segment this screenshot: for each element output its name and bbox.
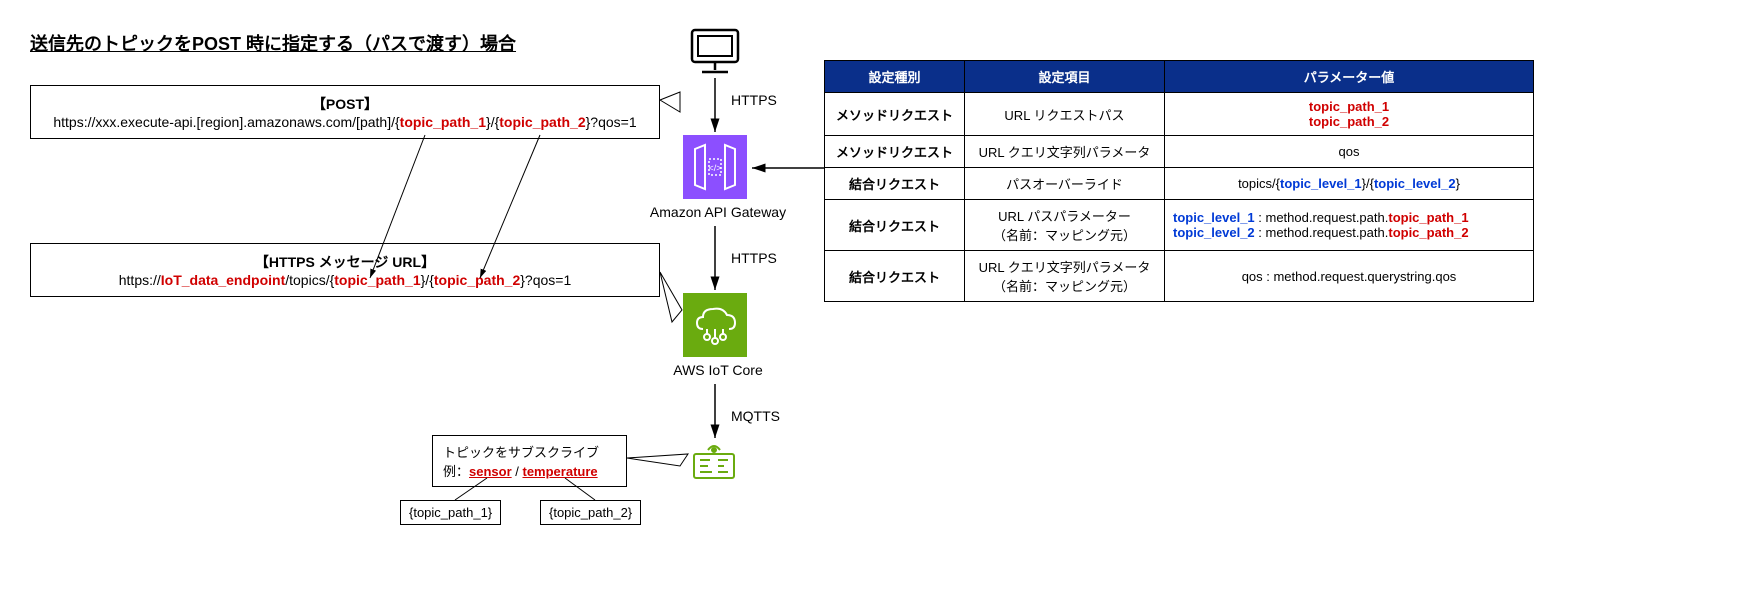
post-header: 【POST】 (43, 94, 647, 114)
topic-path-2-tag: {topic_path_2} (540, 500, 641, 525)
subscribe-line2: 例：sensor / temperature (443, 461, 616, 480)
cell-type: 結合リクエスト (825, 251, 965, 302)
cell-type: メソッドリクエスト (825, 136, 965, 168)
cell-type: 結合リクエスト (825, 168, 965, 200)
table-header-row: 設定種別 設定項目 パラメーター値 (825, 61, 1534, 93)
cell-item: URL クエリ文字列パラメータ (965, 136, 1165, 168)
subscribe-line1: トピックをサブスクライブ (443, 442, 616, 461)
iotcore-label: AWS IoT Core (660, 362, 776, 378)
subscribe-box: トピックをサブスクライブ 例：sensor / temperature (432, 435, 627, 487)
https-msg-url-line: https://IoT_data_endpoint/topics/{topic_… (43, 272, 647, 288)
https-msg-header: 【HTTPS メッセージ URL】 (43, 252, 647, 272)
th-item: 設定項目 (965, 61, 1165, 93)
table-row: 結合リクエスト パスオーバーライド topics/{topic_level_1}… (825, 168, 1534, 200)
table-row: メソッドリクエスト URL クエリ文字列パラメータ qos (825, 136, 1534, 168)
iot-device-icon (694, 446, 734, 478)
cell-value: topic_path_1topic_path_2 (1165, 93, 1534, 136)
svg-text:</>: </> (708, 163, 721, 173)
th-type: 設定種別 (825, 61, 965, 93)
cell-type: 結合リクエスト (825, 200, 965, 251)
https-label-2: HTTPS (731, 250, 777, 266)
mqtts-label: MQTTS (731, 408, 780, 424)
cell-item: URL パスパラメーター（名前：マッピング元） (965, 200, 1165, 251)
cell-item: URL クエリ文字列パラメータ（名前：マッピング元） (965, 251, 1165, 302)
cell-type: メソッドリクエスト (825, 93, 965, 136)
apigw-label: Amazon API Gateway (638, 204, 798, 220)
https-msg-url-box: 【HTTPS メッセージ URL】 https://IoT_data_endpo… (30, 243, 660, 297)
topic-path-1-tag: {topic_path_1} (400, 500, 501, 525)
cell-value: topics/{topic_level_1}/{topic_level_2} (1165, 168, 1534, 200)
client-icon (692, 30, 738, 72)
table-row: メソッドリクエスト URL リクエストパス topic_path_1topic_… (825, 93, 1534, 136)
iot-core-icon (683, 293, 747, 357)
diagram-title: 送信先のトピックをPOST 時に指定する（パスで渡す）場合 (30, 30, 516, 56)
api-gateway-icon: </> (683, 135, 747, 199)
cell-value: qos (1165, 136, 1534, 168)
config-table: 設定種別 設定項目 パラメーター値 メソッドリクエスト URL リクエストパス … (824, 60, 1534, 302)
table-row: 結合リクエスト URL パスパラメーター（名前：マッピング元） topic_le… (825, 200, 1534, 251)
cell-item: パスオーバーライド (965, 168, 1165, 200)
th-value: パラメーター値 (1165, 61, 1534, 93)
https-label-1: HTTPS (731, 92, 777, 108)
cell-value: qos : method.request.querystring.qos (1165, 251, 1534, 302)
post-url-box: 【POST】 https://xxx.execute-api.[region].… (30, 85, 660, 139)
cell-value: topic_level_1 : method.request.path.topi… (1165, 200, 1534, 251)
table-row: 結合リクエスト URL クエリ文字列パラメータ（名前：マッピング元） qos :… (825, 251, 1534, 302)
post-url-line: https://xxx.execute-api.[region].amazona… (43, 114, 647, 130)
cell-item: URL リクエストパス (965, 93, 1165, 136)
